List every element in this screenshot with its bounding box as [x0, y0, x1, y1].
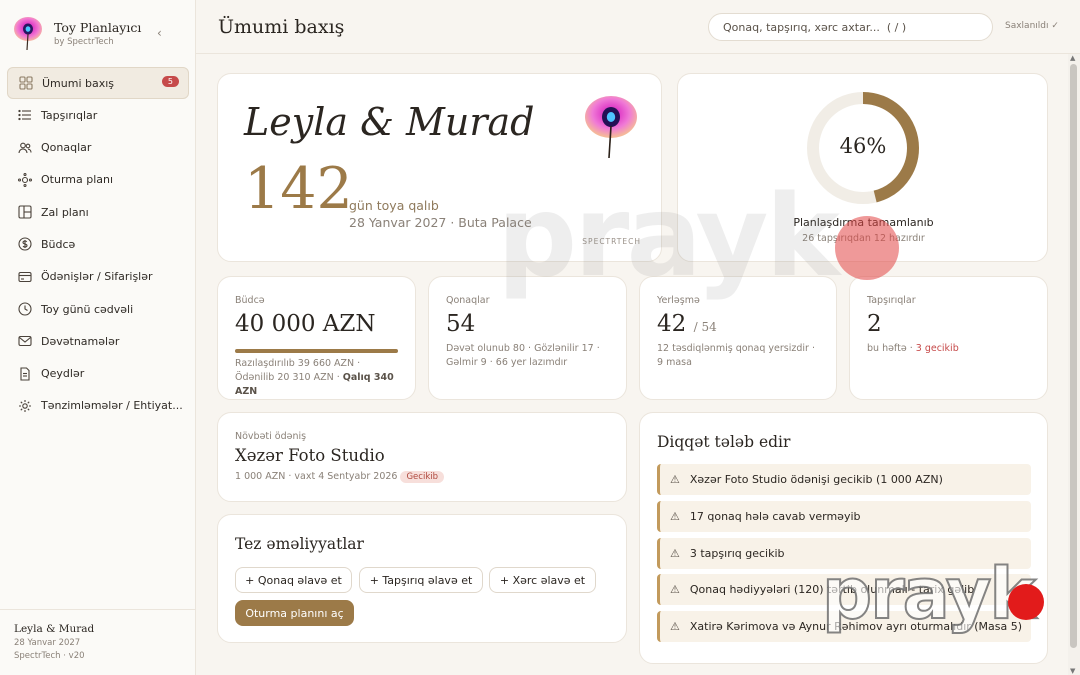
next-payment-label: Növbəti ödəniş: [235, 431, 307, 442]
warning-icon: ⚠: [670, 547, 680, 560]
notification-badge: 5: [161, 76, 179, 87]
warning-icon: ⚠: [670, 473, 680, 486]
sidebar-item-label: Qonaqlar: [41, 141, 92, 155]
guests-value: 54: [446, 311, 476, 337]
progress-percent: 46%: [839, 134, 887, 158]
grid-icon: [18, 75, 34, 91]
budget-value: 40 000 AZN: [235, 311, 376, 337]
sidebar-item-label: Zal planı: [41, 205, 89, 219]
add-guest-button[interactable]: + Qonaq əlavə et: [235, 567, 352, 593]
sidebar-item-label: Dəvətnamələr: [41, 334, 120, 348]
mail-icon: [17, 333, 33, 349]
footer-version: SpectrTech · v20: [14, 651, 85, 661]
watermark-text: prayk: [497, 172, 840, 302]
budget-label: Büdcə: [235, 295, 265, 306]
scroll-down-arrow-icon[interactable]: ▼: [1070, 667, 1075, 675]
footer-date: 28 Yanvar 2027: [14, 638, 81, 648]
scroll-up-arrow-icon[interactable]: ▲: [1070, 54, 1075, 62]
top-header: Ümumi baxış Saxlanıldı ✓: [196, 0, 1080, 54]
sidebar-item-payments[interactable]: Ödənişlər / Sifarişlər: [7, 261, 189, 293]
alert-item[interactable]: ⚠ 17 qonaq hələ cavab verməyib: [657, 501, 1031, 532]
add-task-button[interactable]: + Tapşırıq əlavə et: [359, 567, 483, 593]
users-icon: [17, 140, 33, 156]
sidebar-item-schedule[interactable]: Toy günü cədvəli: [7, 293, 189, 325]
card-icon: [17, 269, 33, 285]
days-remaining: 142: [244, 156, 353, 222]
days-remaining-label: gün toya qalıb: [349, 198, 439, 213]
sidebar-item-notes[interactable]: Qeydlər: [7, 358, 189, 390]
search-input[interactable]: [708, 13, 993, 41]
sidebar-item-budget[interactable]: Büdcə: [7, 228, 189, 260]
peacock-feather-logo-icon: [585, 96, 637, 159]
sidebar-item-label: Büdcə: [41, 237, 76, 251]
sidebar-footer: Leyla & Murad 28 Yanvar 2027 SpectrTech …: [0, 609, 196, 675]
attention-title: Diqqət tələb edir: [657, 433, 791, 451]
couple-names: Leyla & Murad: [244, 100, 535, 144]
seating-icon: [17, 172, 33, 188]
tasks-value: 2: [867, 311, 882, 337]
sidebar-item-invitations[interactable]: Dəvətnamələr: [7, 325, 189, 357]
warning-icon: ⚠: [670, 583, 680, 596]
open-seating-plan-button[interactable]: Oturma planını aç: [235, 600, 354, 626]
sidebar-item-label: Oturma planı: [41, 173, 114, 187]
sidebar: Toy Planlayıcı by SpectrTech ‹ Ümumi bax…: [0, 0, 196, 675]
sidebar-nav: Ümumi baxış 5 Tapşırıqlar Qonaqlar Oturm…: [7, 67, 189, 422]
next-payment-card[interactable]: Növbəti ödəniş Xəzər Foto Studio 1 000 A…: [217, 412, 627, 502]
next-payment-meta: 1 000 AZN · vaxt 4 Sentyabr 2026 Gecikib: [235, 471, 444, 483]
watermark-logo-dot: [1008, 584, 1044, 620]
clock-icon: [17, 301, 33, 317]
footer-couple: Leyla & Murad: [14, 623, 95, 635]
page-scrollbar[interactable]: ▲ ▼: [1068, 54, 1080, 675]
seating-total: / 54: [693, 320, 717, 334]
tasks-label: Tapşırıqlar: [867, 295, 916, 306]
layout-icon: [17, 204, 33, 220]
page-title: Ümumi baxış: [218, 16, 345, 38]
coin-icon: [17, 236, 33, 252]
sidebar-item-label: Tapşırıqlar: [41, 108, 98, 122]
brand-sub: by SpectrTech: [54, 37, 114, 47]
guests-details: Dəvət olunub 80 · Gözlənilir 17 · Gəlmir…: [446, 343, 600, 368]
sidebar-item-hall-plan[interactable]: Zal planı: [7, 196, 189, 228]
peacock-feather-logo-icon: [14, 17, 42, 50]
quick-actions-title: Tez əməliyyatlar: [235, 535, 364, 553]
watermark-dot: [835, 216, 899, 280]
tasks-late: 3 gecikib: [915, 343, 959, 354]
guests-label: Qonaqlar: [446, 295, 490, 306]
sidebar-item-label: Qeydlər: [41, 367, 85, 381]
next-payment-vendor: Xəzər Foto Studio: [235, 446, 385, 465]
tasks-details: bu həftə · 3 gecikib: [867, 343, 959, 354]
scrollbar-thumb[interactable]: [1070, 64, 1077, 648]
collapse-sidebar-icon[interactable]: ‹: [157, 26, 162, 40]
sidebar-item-label: Tənzimləmələr / Ehtiyat...: [41, 399, 183, 413]
watermark-logo-text: prayk: [821, 552, 1037, 636]
sidebar-item-overview[interactable]: Ümumi baxış 5: [7, 67, 189, 99]
sidebar-item-guests[interactable]: Qonaqlar: [7, 132, 189, 164]
warning-icon: ⚠: [670, 510, 680, 523]
sidebar-item-settings[interactable]: Tənzimləmələr / Ehtiyat...: [7, 390, 189, 422]
sidebar-item-label: Toy günü cədvəli: [41, 302, 134, 316]
budget-card[interactable]: Büdcə 40 000 AZN Razılaşdırılıb 39 660 A…: [217, 276, 416, 400]
budget-details: Razılaşdırılıb 39 660 AZN · Ödənilib 20 …: [235, 358, 394, 397]
overdue-badge: Gecikib: [400, 471, 444, 483]
sidebar-item-label: Ödənişlər / Sifarişlər: [41, 270, 153, 284]
warning-icon: ⚠: [670, 620, 680, 633]
sidebar-item-tasks[interactable]: Tapşırıqlar: [7, 99, 189, 131]
seating-details: 12 təsdiqlənmiş qonaq yersizdir · 9 masa: [657, 343, 815, 368]
alert-item[interactable]: ⚠ Xəzər Foto Studio ödənişi gecikib (1 00…: [657, 464, 1031, 495]
add-expense-button[interactable]: + Xərc əlavə et: [489, 567, 596, 593]
quick-actions-card: Tez əməliyyatlar + Qonaq əlavə et + Tapş…: [217, 514, 627, 643]
seating-value: 42 / 54: [657, 311, 717, 337]
settings-icon: [17, 398, 33, 414]
note-icon: [17, 366, 33, 382]
budget-progress-bar: [235, 349, 398, 353]
brand-name: Toy Planlayıcı: [54, 20, 142, 35]
list-icon: [17, 107, 33, 123]
save-status: Saxlanıldı ✓: [1005, 21, 1059, 31]
sidebar-item-label: Ümumi baxış: [42, 76, 115, 90]
tasks-card[interactable]: Tapşırıqlar 2 bu həftə · 3 gecikib: [849, 276, 1048, 400]
sidebar-item-seating[interactable]: Oturma planı: [7, 164, 189, 196]
brand: Toy Planlayıcı by SpectrTech ‹: [12, 16, 188, 50]
